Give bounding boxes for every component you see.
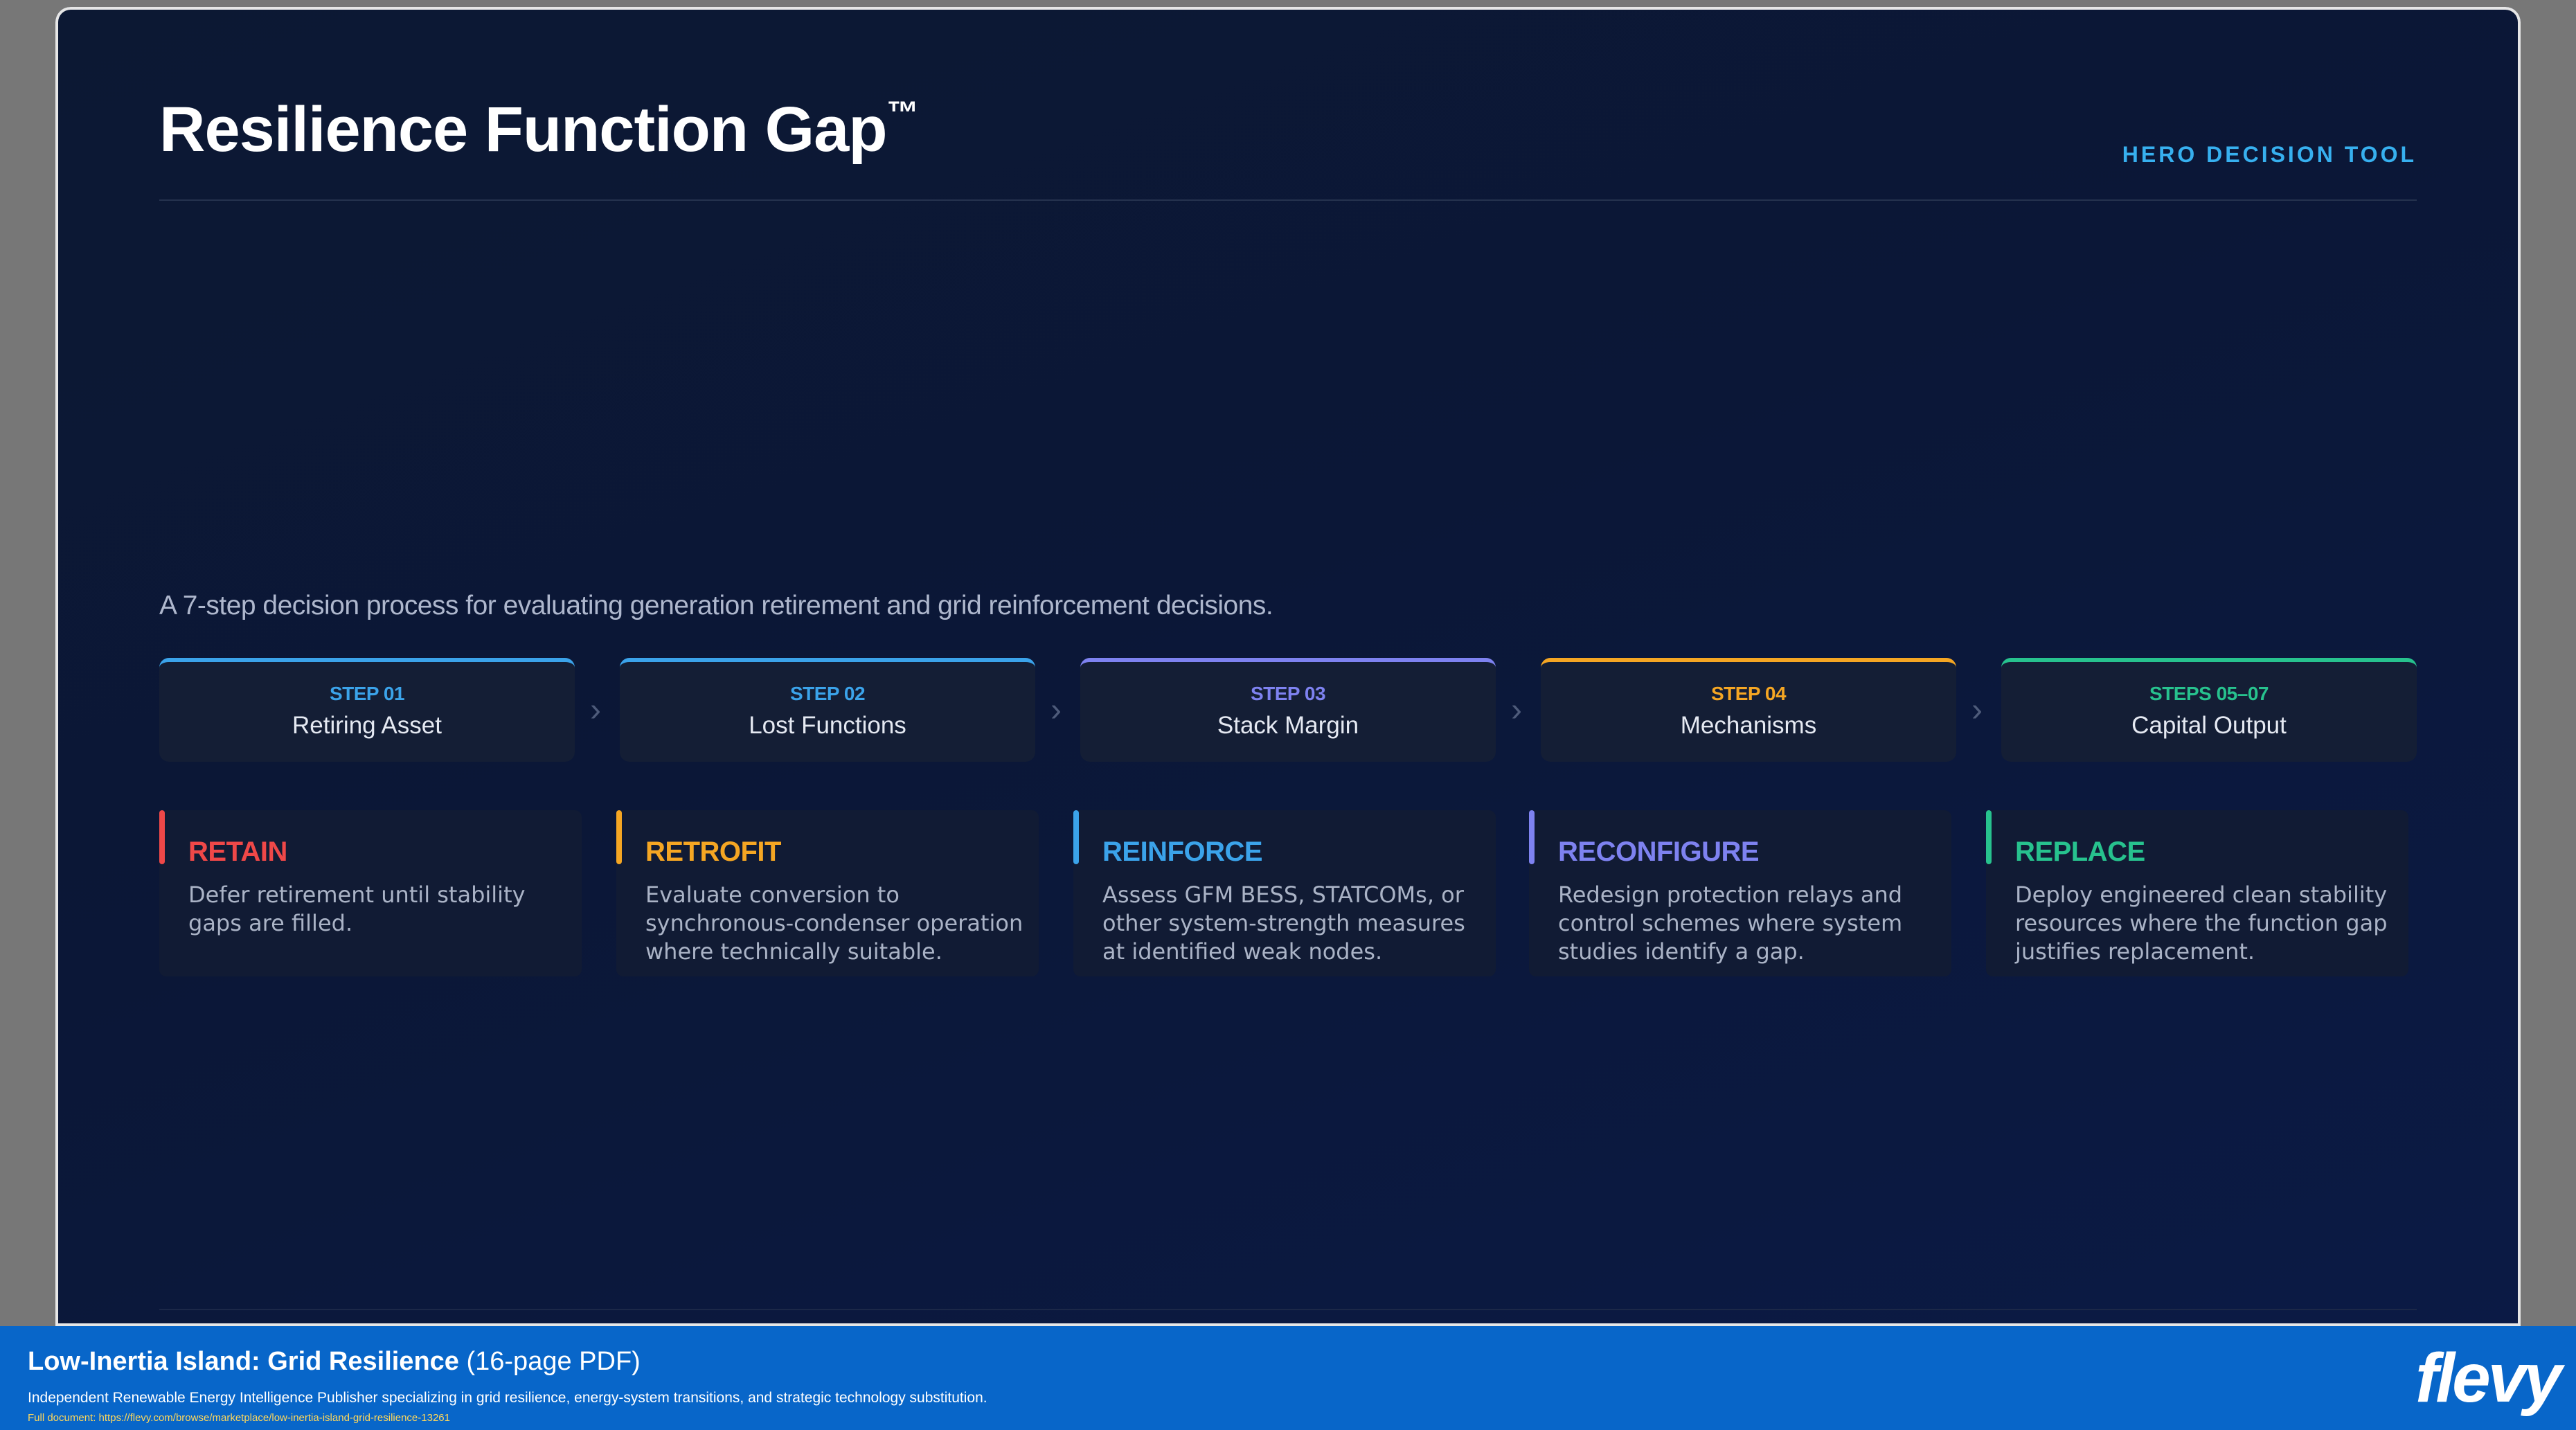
accent-bar (1073, 810, 1079, 864)
option-label: RETAIN (188, 837, 287, 867)
step-card-2: STEP 02 Lost Functions (620, 658, 1035, 762)
banner-link[interactable]: Full document: https://flevy.com/browse/… (28, 1412, 450, 1424)
option-card-reinforce: REINFORCE Assess GFM BESS, STATCOMs, or … (1073, 810, 1496, 976)
step-name: Stack Margin (1217, 712, 1359, 739)
step-name: Retiring Asset (292, 712, 442, 739)
flevy-logo: flevy (2415, 1339, 2562, 1417)
trademark-mark: ™ (886, 94, 919, 130)
hero-tag: HERO DECISION TOOL (2122, 142, 2417, 167)
accent-bar (159, 810, 165, 864)
step-number: STEP 01 (329, 683, 405, 704)
option-description: Assess GFM BESS, STATCOMs, or other syst… (1102, 882, 1465, 965)
option-card-reconfigure: RECONFIGURE Redesign protection relays a… (1529, 810, 1951, 976)
step-card-1: STEP 01 Retiring Asset (159, 658, 575, 762)
option-card-retrofit: RETROFIT Evaluate conversion to synchron… (616, 810, 1039, 976)
accent-bar (1986, 810, 1992, 864)
banner-description: Independent Renewable Energy Intelligenc… (28, 1390, 987, 1406)
option-label: REINFORCE (1102, 837, 1263, 867)
option-description: Deploy engineered clean stability resour… (2015, 882, 2388, 965)
option-description: Evaluate conversion to synchronous-conde… (645, 882, 1023, 965)
step-name: Lost Functions (749, 712, 906, 739)
step-number: STEP 02 (789, 683, 866, 704)
slide-title: Resilience Function Gap™ (159, 94, 919, 165)
option-label: RECONFIGURE (1558, 837, 1760, 867)
option-description: Defer retirement until stability gaps ar… (188, 882, 526, 936)
accent-bar (1529, 810, 1535, 864)
step-card-5: STEPS 05–07 Capital Output (2001, 658, 2417, 762)
option-description: Redesign protection relays and control s… (1558, 882, 1903, 965)
step-flow: STEP 01 Retiring Asset › STEP 02 Lost Fu… (159, 658, 2417, 762)
step-number: STEP 04 (1710, 683, 1787, 704)
option-label: REPLACE (2015, 837, 2145, 867)
option-card-retain: RETAIN Defer retirement until stability … (159, 810, 582, 976)
header-divider (159, 199, 2417, 201)
banner-title: Low-Inertia Island: Grid Resilience (16-… (28, 1347, 641, 1376)
step-name: Mechanisms (1680, 712, 1817, 739)
chevron-right-icon: › (590, 692, 601, 729)
slide-subtitle: A 7-step decision process for evaluating… (159, 591, 1273, 620)
footer-divider (159, 1309, 2417, 1310)
step-number: STEPS 05–07 (2149, 683, 2269, 704)
chevron-right-icon: › (1971, 692, 1983, 729)
option-cards: RETAIN Defer retirement until stability … (159, 810, 2417, 976)
chevron-right-icon: › (1511, 692, 1522, 729)
accent-bar (616, 810, 622, 864)
document-banner: Low-Inertia Island: Grid Resilience (16-… (0, 1326, 2576, 1430)
step-card-4: STEP 04 Mechanisms (1541, 658, 1956, 762)
slide: Resilience Function Gap™ HERO DECISION T… (55, 7, 2521, 1326)
option-label: RETROFIT (645, 837, 781, 867)
step-name: Capital Output (2131, 712, 2287, 739)
option-card-replace: REPLACE Deploy engineered clean stabilit… (1986, 810, 2408, 976)
step-number: STEP 03 (1250, 683, 1326, 704)
step-card-3: STEP 03 Stack Margin (1080, 658, 1496, 762)
chevron-right-icon: › (1050, 692, 1062, 729)
